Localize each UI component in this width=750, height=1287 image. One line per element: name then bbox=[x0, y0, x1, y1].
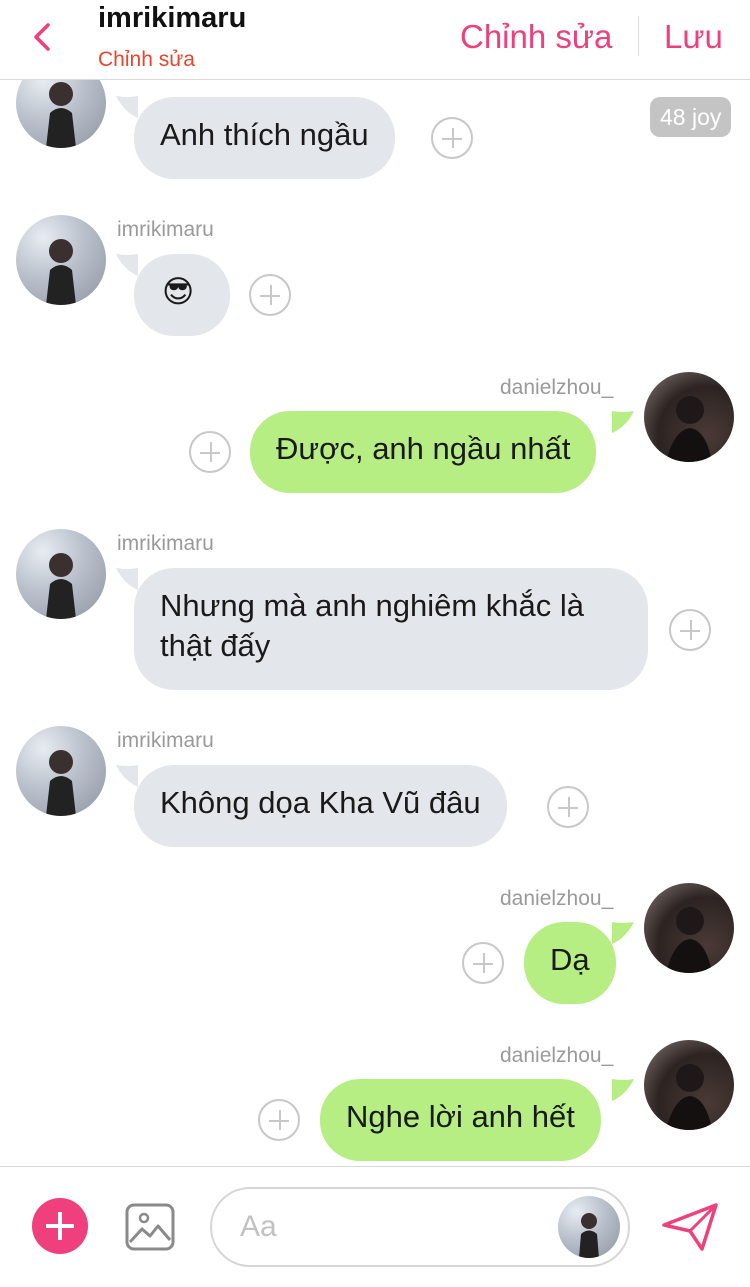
bubble-tail bbox=[612, 922, 634, 944]
header-divider bbox=[638, 16, 639, 56]
message-bubble[interactable]: Anh thích ngầu bbox=[134, 97, 395, 179]
message-bubble[interactable]: Nhưng mà anh nghiêm khắc là thật đấy bbox=[134, 568, 648, 690]
message-bubble[interactable]: Dạ bbox=[524, 922, 616, 1004]
avatar-imrikimaru[interactable] bbox=[16, 215, 106, 305]
chat-area: Anh thích ngầu 48 joy imrikimaru 😎 danie… bbox=[0, 0, 750, 1165]
avatar-imrikimaru[interactable] bbox=[16, 529, 106, 619]
add-reaction-icon[interactable] bbox=[462, 942, 504, 984]
avatar-danielzhou[interactable] bbox=[644, 1040, 734, 1130]
image-icon[interactable] bbox=[124, 1202, 176, 1252]
top-bar: imrikimaru Chỉnh sửa Chỉnh sửa Lưu bbox=[0, 0, 750, 80]
add-reaction-icon[interactable] bbox=[258, 1099, 300, 1141]
message-bubble[interactable]: Nghe lời anh hết bbox=[320, 1079, 601, 1161]
page-subtitle[interactable]: Chỉnh sửa bbox=[98, 48, 195, 72]
message-bubble[interactable]: Được, anh ngầu nhất bbox=[250, 411, 597, 493]
composer-bar bbox=[0, 1166, 750, 1287]
add-reaction-icon[interactable] bbox=[547, 786, 589, 828]
page-title: imrikimaru bbox=[98, 2, 247, 34]
avatar-danielzhou[interactable] bbox=[644, 372, 734, 462]
message-bubble[interactable]: Không dọa Kha Vũ đâu bbox=[134, 765, 507, 847]
avatar-imrikimaru[interactable] bbox=[558, 1196, 620, 1258]
plus-icon[interactable] bbox=[32, 1198, 88, 1254]
add-reaction-icon[interactable] bbox=[431, 117, 473, 159]
avatar-danielzhou[interactable] bbox=[644, 883, 734, 973]
message-input-box[interactable] bbox=[210, 1187, 630, 1267]
add-reaction-icon[interactable] bbox=[249, 274, 291, 316]
chevron-left-icon[interactable] bbox=[28, 20, 58, 54]
add-reaction-icon[interactable] bbox=[189, 431, 231, 473]
sender-name: danielzhou_ bbox=[500, 376, 614, 399]
edit-button[interactable]: Chỉnh sửa bbox=[460, 18, 612, 56]
message-input[interactable] bbox=[240, 1205, 540, 1249]
add-reaction-icon[interactable] bbox=[669, 609, 711, 651]
bubble-tail bbox=[116, 96, 138, 118]
bubble-tail bbox=[116, 254, 138, 276]
bubble-tail bbox=[116, 765, 138, 787]
points-badge: 48 joy bbox=[650, 97, 732, 137]
sender-name: imrikimaru bbox=[117, 729, 214, 752]
bubble-tail bbox=[612, 1079, 634, 1101]
avatar-imrikimaru[interactable] bbox=[16, 726, 106, 816]
save-button[interactable]: Lưu bbox=[664, 18, 723, 56]
message-bubble[interactable]: 😎 bbox=[134, 254, 230, 336]
bubble-tail bbox=[612, 411, 634, 433]
sender-name: imrikimaru bbox=[117, 218, 214, 241]
sender-name: imrikimaru bbox=[117, 532, 214, 555]
send-icon[interactable] bbox=[660, 1201, 720, 1253]
sender-name: danielzhou_ bbox=[500, 887, 614, 910]
bubble-tail bbox=[116, 568, 138, 590]
sender-name: danielzhou_ bbox=[500, 1044, 614, 1067]
